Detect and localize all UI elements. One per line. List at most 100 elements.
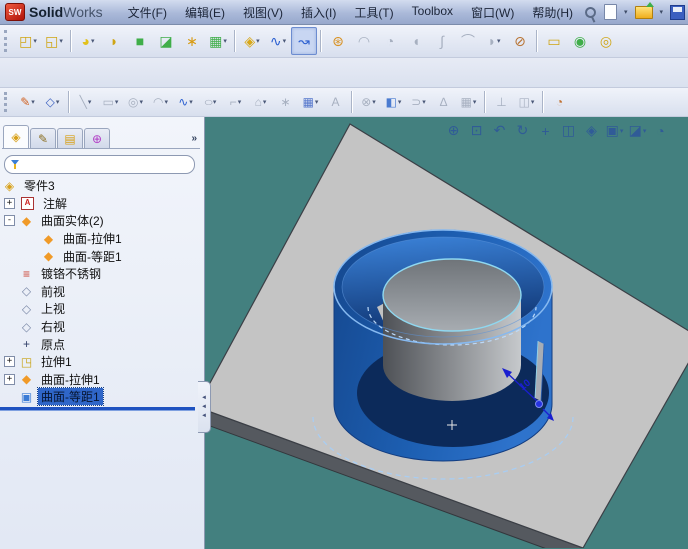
tree-item-surface-offset1-body[interactable]: ◆ 曲面-等距1 bbox=[0, 247, 204, 265]
save-document-button[interactable] bbox=[667, 2, 688, 22]
extruded-surface-dropdown[interactable]: ▾ bbox=[33, 37, 37, 45]
quick-snaps-button[interactable]: ▦ ▾ bbox=[298, 91, 323, 113]
dimension-drag-handle[interactable] bbox=[535, 400, 543, 408]
menu-file[interactable]: 文件(F) bbox=[119, 1, 176, 24]
filter-input[interactable] bbox=[25, 157, 188, 172]
centerpoint-arc-dropdown[interactable]: ▾ bbox=[164, 98, 168, 106]
tree-item-label[interactable]: 零件3 bbox=[21, 177, 58, 194]
open-document-dropdown[interactable]: ▾ bbox=[658, 8, 666, 16]
expand-toggle[interactable]: + bbox=[4, 197, 15, 209]
sketch-button[interactable]: ✎ ▾ bbox=[15, 91, 40, 113]
menu-help[interactable]: 帮助(H) bbox=[523, 1, 582, 24]
ruled-surface-button[interactable]: ∿ ▾ bbox=[265, 27, 291, 55]
display-style-button[interactable]: ▣ ▾ bbox=[606, 122, 624, 139]
view-orientation-button[interactable]: ◈ bbox=[583, 122, 600, 139]
tree-item-label[interactable]: 镀铬不锈钢 bbox=[38, 265, 104, 282]
swept-surface-button[interactable]: ◕ ▾ bbox=[75, 27, 101, 55]
line-dropdown[interactable]: ▾ bbox=[88, 98, 92, 106]
convert-entities-dropdown[interactable]: ▾ bbox=[398, 98, 402, 106]
lofted-surface-button[interactable]: ◗ bbox=[101, 27, 127, 55]
hide-show-items-button[interactable]: ◪ ▾ bbox=[629, 122, 647, 139]
tree-item-part-root[interactable]: ◈ 零件3 bbox=[0, 177, 204, 195]
propertymanager-tab[interactable]: ✎ bbox=[30, 128, 56, 148]
tree-item-label[interactable]: 右视 bbox=[38, 318, 68, 335]
expand-toggle[interactable]: + bbox=[4, 356, 15, 368]
previous-view-button[interactable]: ↶ bbox=[491, 122, 508, 139]
planar-surface-button[interactable]: ▦ ▾ bbox=[205, 27, 231, 55]
freeform-surface-button[interactable]: ∗ bbox=[179, 27, 205, 55]
sketch-fillet-dropdown[interactable]: ▾ bbox=[238, 98, 242, 106]
tree-item-label[interactable]: 原点 bbox=[38, 336, 68, 353]
tree-item-label[interactable]: 曲面-拉伸1 bbox=[38, 371, 103, 388]
tree-item-label[interactable]: 曲面实体(2) bbox=[38, 212, 107, 229]
revolved-surface-button[interactable]: ◱ ▾ bbox=[41, 27, 67, 55]
smart-dimension-dropdown[interactable]: ▾ bbox=[56, 98, 60, 106]
rollback-bar[interactable] bbox=[0, 407, 195, 410]
zoom-to-area-button[interactable]: ⊡ bbox=[468, 122, 485, 139]
surface-flatten-button[interactable]: ◈ ▾ bbox=[239, 27, 265, 55]
ruled-surface-dropdown[interactable]: ▾ bbox=[283, 37, 287, 45]
pan-button[interactable]: + bbox=[537, 123, 554, 139]
untrim-surface-button[interactable]: ◎ bbox=[593, 27, 619, 55]
tree-item-surface-extrude1-feature[interactable]: + ◆ 曲面-拉伸1 bbox=[0, 371, 204, 389]
polygon-dropdown[interactable]: ▾ bbox=[263, 98, 267, 106]
expand-toggle[interactable]: + bbox=[4, 373, 15, 385]
circle-dropdown[interactable]: ▾ bbox=[139, 98, 143, 106]
tree-item-label[interactable]: 上视 bbox=[38, 300, 68, 317]
open-document-button[interactable] bbox=[632, 1, 656, 22]
tree-item-label[interactable]: 曲面-等距1 bbox=[37, 387, 104, 407]
trim-surface-button[interactable]: ◉ bbox=[567, 27, 593, 55]
dimxpertmanager-tab[interactable]: ⊕ bbox=[84, 128, 110, 148]
boundary-surface-button[interactable]: ■ bbox=[127, 27, 153, 55]
tree-item-label[interactable]: 注解 bbox=[40, 195, 70, 212]
display-relations-dropdown[interactable]: ▾ bbox=[531, 98, 535, 106]
swept-surface-dropdown[interactable]: ▾ bbox=[91, 37, 95, 45]
tree-item-surface-bodies-folder[interactable]: - ◆ 曲面实体(2) bbox=[0, 212, 204, 230]
thicken-dropdown[interactable]: ▾ bbox=[497, 37, 501, 45]
menu-view[interactable]: 视图(V) bbox=[234, 1, 292, 24]
rotate-view-button[interactable]: ↻ bbox=[514, 122, 531, 139]
smart-dimension-button[interactable]: ◇ ▾ bbox=[40, 91, 65, 113]
display-style-dropdown[interactable]: ▾ bbox=[620, 127, 624, 135]
tree-item-label[interactable]: 拉伸1 bbox=[38, 353, 75, 370]
revolved-surface-dropdown[interactable]: ▾ bbox=[59, 37, 63, 45]
edit-appearance-button[interactable]: ◔ bbox=[652, 123, 669, 139]
trim-entities-dropdown[interactable]: ▾ bbox=[372, 98, 376, 106]
menu-window[interactable]: 窗口(W) bbox=[462, 1, 523, 24]
hide-show-items-dropdown[interactable]: ▾ bbox=[643, 127, 647, 135]
filled-surface-button[interactable]: ◪ bbox=[153, 27, 179, 55]
quick-snaps-dropdown[interactable]: ▾ bbox=[315, 98, 319, 106]
extend-surface-button[interactable]: ▭ bbox=[541, 27, 567, 55]
corner-rectangle-dropdown[interactable]: ▾ bbox=[115, 98, 119, 106]
tree-item-surface-offset1-feature[interactable]: ▣ 曲面-等距1 bbox=[0, 387, 204, 407]
tree-item-annotations[interactable]: + A 注解 bbox=[0, 195, 204, 213]
expand-toggle[interactable]: - bbox=[4, 215, 15, 227]
replace-face-button[interactable]: ⊘ bbox=[507, 27, 533, 55]
tree-item-top-plane[interactable]: ◇ 上视 bbox=[0, 300, 204, 318]
sketch-dropdown[interactable]: ▾ bbox=[31, 98, 35, 106]
convert-entities-button[interactable]: ◧ ▾ bbox=[381, 91, 406, 113]
tree-item-front-plane[interactable]: ◇ 前视 bbox=[0, 283, 204, 301]
offset-surface-button[interactable]: ↝ bbox=[291, 27, 317, 55]
spline-dropdown[interactable]: ▾ bbox=[189, 98, 193, 106]
linear-sketch-pattern-dropdown[interactable]: ▾ bbox=[473, 98, 477, 106]
tree-item-label[interactable]: 曲面-等距1 bbox=[60, 248, 125, 265]
tree-item-extrude1[interactable]: + ◳ 拉伸1 bbox=[0, 353, 204, 371]
offset-entities-dropdown[interactable]: ▾ bbox=[422, 98, 426, 106]
tree-item-surface-extrude1-body[interactable]: ◆ 曲面-拉伸1 bbox=[0, 230, 204, 248]
menu-toolbox[interactable]: Toolbox bbox=[403, 1, 462, 24]
menu-edit[interactable]: 编辑(E) bbox=[176, 1, 234, 24]
spline-button[interactable]: ∿ ▾ bbox=[173, 91, 198, 113]
section-view-button[interactable]: ◫ bbox=[560, 122, 577, 139]
new-document-dropdown[interactable]: ▾ bbox=[622, 8, 630, 16]
tree-item-label[interactable]: 曲面-拉伸1 bbox=[60, 230, 125, 247]
graphics-viewport[interactable]: ⊕ ⊡ ↶ ↻ + ◫ ◈ ▣ ▾ ◪ ▾ ◔ 10 bbox=[205, 117, 688, 549]
surface-extrude1-geometry[interactable] bbox=[382, 258, 522, 401]
configurationmanager-tab[interactable]: ▤ bbox=[57, 128, 83, 148]
tree-item-right-plane[interactable]: ◇ 右视 bbox=[0, 318, 204, 336]
surface-flatten-dropdown[interactable]: ▾ bbox=[256, 37, 260, 45]
extruded-surface-button[interactable]: ◰ ▾ bbox=[15, 27, 41, 55]
solidworks-search-pin-button[interactable] bbox=[582, 2, 599, 22]
zoom-to-fit-button[interactable]: ⊕ bbox=[445, 122, 462, 139]
graphics-area[interactable]: 10 bbox=[205, 117, 688, 548]
